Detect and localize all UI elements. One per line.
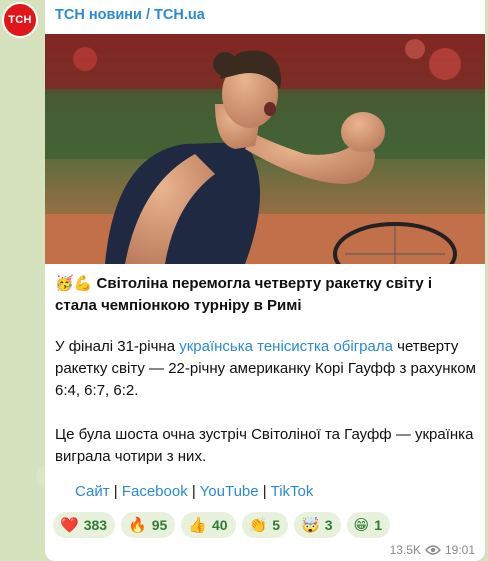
link-youtube[interactable]: YouTube xyxy=(200,483,259,500)
fire-icon: 🔥 xyxy=(128,516,147,534)
message-time: 19:01 xyxy=(444,543,475,557)
reaction-count: 95 xyxy=(151,517,168,533)
article-link[interactable]: українська тенісистка обіграла xyxy=(179,338,393,355)
paragraph-1-start: У фіналі 31-річна xyxy=(55,338,180,355)
social-links: Сайт | Facebook | YouTube | TikTok xyxy=(75,483,313,500)
reaction-grin[interactable]: 😁 1 xyxy=(346,512,390,538)
paragraph-1: У фіналі 31-річна українська тенісистка … xyxy=(55,336,480,402)
message-bubble: ТСН новини / TCH.ua 🥳💪 Світоліна перемог… xyxy=(45,0,485,561)
mind-blown-icon: 🤯 xyxy=(301,516,320,534)
reactions-bar: ❤️ 383 🔥 95 👍 40 👏 5 🤯 3 😁 1 xyxy=(53,512,390,538)
reaction-count: 40 xyxy=(212,517,228,533)
channel-avatar[interactable]: ТСН xyxy=(2,2,38,38)
post-body: У фіналі 31-річна українська тенісистка … xyxy=(55,336,480,490)
separator: | xyxy=(109,483,122,500)
separator: | xyxy=(187,483,200,500)
reaction-count: 5 xyxy=(272,517,281,533)
link-facebook[interactable]: Facebook xyxy=(122,483,188,500)
view-count: 13.5K xyxy=(389,543,421,557)
headline-text: Світоліна перемогла четверту ракетку сві… xyxy=(55,275,433,314)
channel-name[interactable]: ТСН новини / TCH.ua xyxy=(55,7,205,23)
tennis-player-photo xyxy=(45,34,485,264)
grin-icon: 😁 xyxy=(353,516,370,534)
post-headline: 🥳💪 Світоліна перемогла четверту ракетку … xyxy=(55,273,475,317)
reaction-count: 3 xyxy=(324,517,333,533)
reaction-thumbs-up[interactable]: 👍 40 xyxy=(181,512,236,538)
reaction-mind-blown[interactable]: 🤯 3 xyxy=(294,512,341,538)
message-meta: 13.5K 19:01 xyxy=(390,543,475,557)
party-muscle-icon: 🥳💪 xyxy=(55,275,93,292)
post-photo[interactable] xyxy=(45,34,485,264)
reaction-clapping[interactable]: 👏 5 xyxy=(241,512,289,538)
link-site[interactable]: Сайт xyxy=(75,483,110,500)
heart-icon: ❤️ xyxy=(60,516,79,534)
avatar-text: ТСН xyxy=(8,14,32,26)
eye-icon xyxy=(425,545,441,555)
reaction-count: 1 xyxy=(374,517,382,533)
reaction-count: 383 xyxy=(83,517,108,533)
link-tiktok[interactable]: TikTok xyxy=(271,483,314,500)
paragraph-2: Це була шоста очна зустріч Світоліної та… xyxy=(55,426,474,465)
reaction-fire[interactable]: 🔥 95 xyxy=(121,512,176,538)
reaction-heart[interactable]: ❤️ 383 xyxy=(53,512,116,538)
separator: | xyxy=(258,483,271,500)
clapping-icon: 👏 xyxy=(248,516,268,534)
thumbs-up-icon: 👍 xyxy=(188,516,207,534)
